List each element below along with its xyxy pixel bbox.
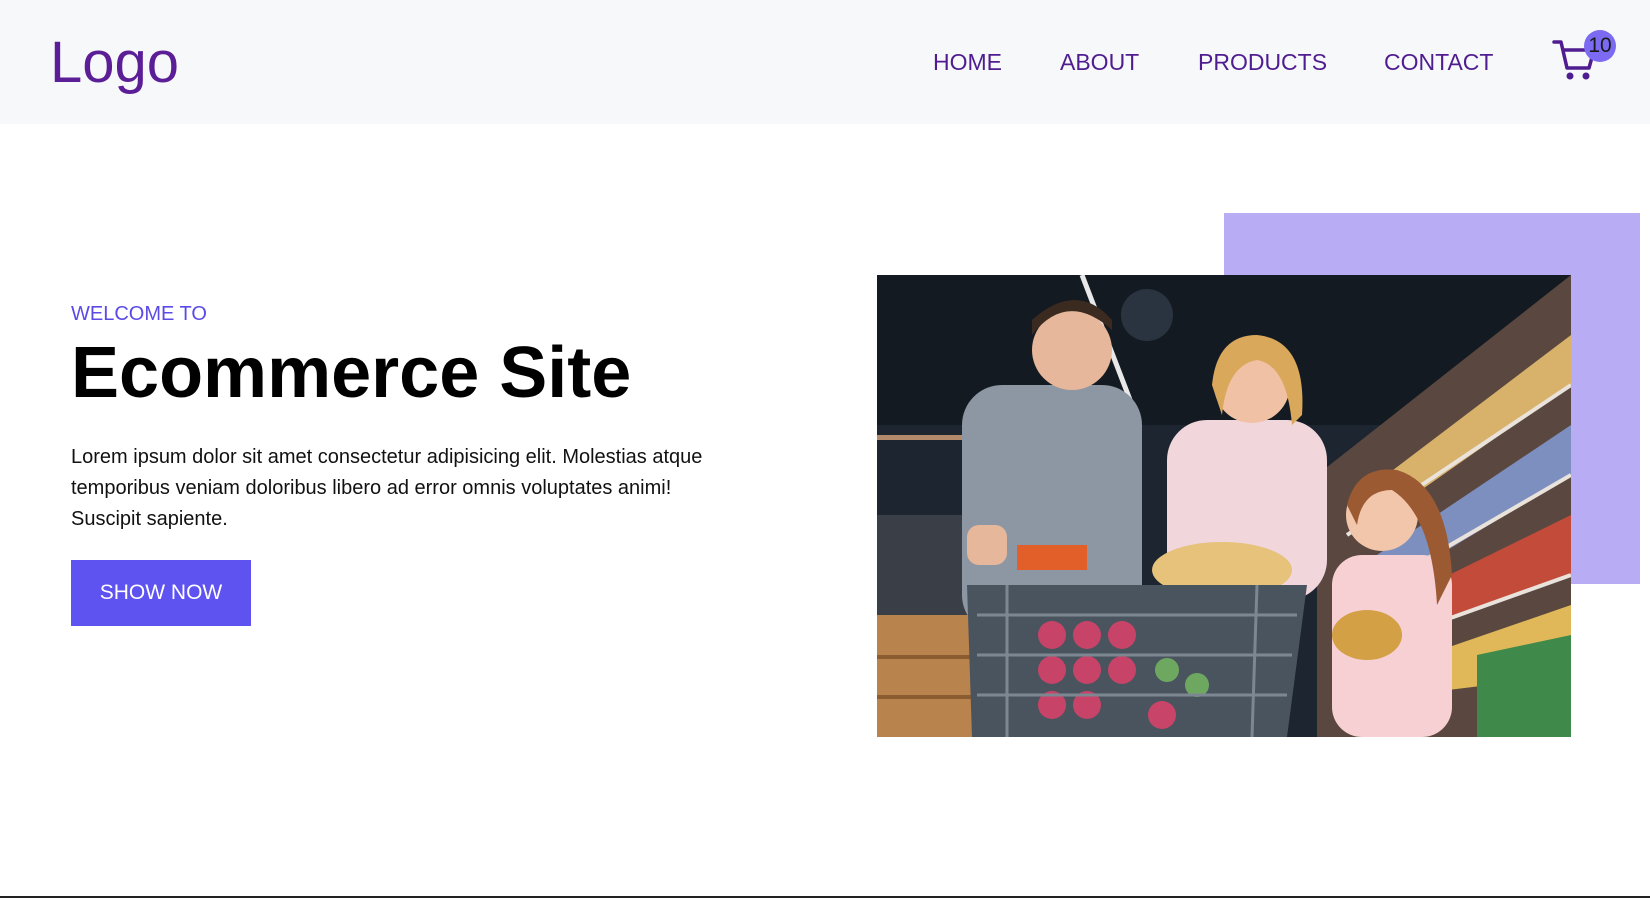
cart-count-badge: 10 xyxy=(1584,30,1616,62)
cart-button[interactable]: 10 xyxy=(1548,30,1620,86)
nav-products-link[interactable]: PRODUCTS xyxy=(1198,46,1327,78)
show-now-button[interactable]: SHOW NOW xyxy=(71,560,251,626)
welcome-label: WELCOME TO xyxy=(71,303,207,325)
nav-contact-link[interactable]: CONTACT xyxy=(1384,46,1493,78)
hero-title: Ecommerce Site xyxy=(71,333,632,413)
logo[interactable]: Logo xyxy=(50,30,179,96)
hero-text: WELCOME TO Ecommerce Site Lorem ipsum do… xyxy=(71,300,771,535)
hero-description: Lorem ipsum dolor sit amet consectetur a… xyxy=(71,446,703,530)
nav-home-link[interactable]: HOME xyxy=(933,46,1002,78)
hero-image xyxy=(877,275,1571,737)
shopping-family-photo xyxy=(877,275,1571,737)
nav-about-link[interactable]: ABOUT xyxy=(1060,46,1139,78)
navbar: Logo HOME ABOUT PRODUCTS CONTACT 10 xyxy=(0,0,1650,124)
